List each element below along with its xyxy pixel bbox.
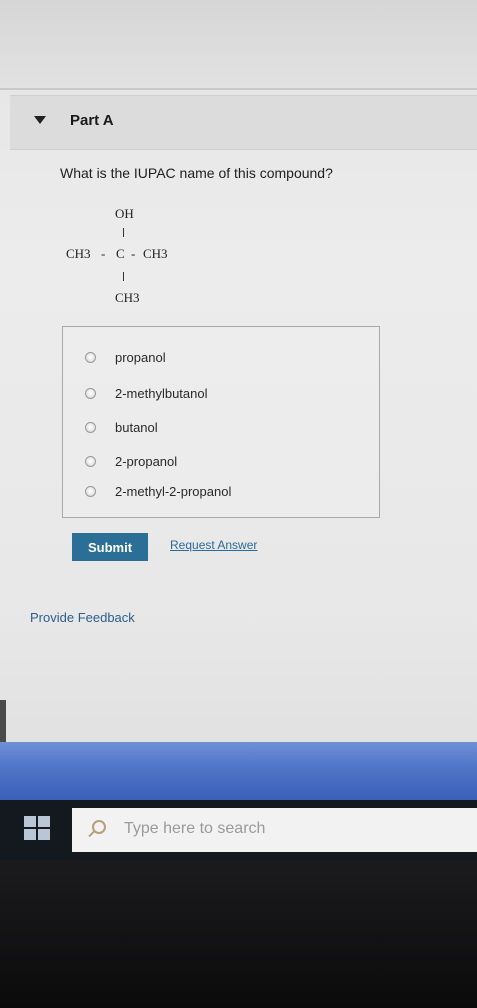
search-icon: [92, 820, 106, 834]
option-butanol[interactable]: butanol: [85, 417, 158, 437]
struct-right: CH3: [143, 246, 168, 261]
part-title: Part A: [70, 112, 114, 129]
struct-left: CH3: [66, 246, 91, 261]
taskbar: Type here to search: [0, 800, 477, 860]
search-placeholder: Type here to search: [124, 820, 266, 837]
option-2-methyl-2-propanol[interactable]: 2-methyl-2-propanol: [85, 481, 231, 501]
answer-choices: propanol 2-methylbutanol butanol 2-propa…: [62, 326, 380, 518]
radio-button[interactable]: [85, 421, 96, 433]
desktop-background: [0, 742, 477, 800]
submit-button[interactable]: Submit: [72, 533, 148, 561]
option-label: 2-methyl-2-propanol: [115, 483, 232, 499]
part-header[interactable]: Part A: [10, 95, 477, 150]
bond-bottom: [123, 272, 124, 281]
question-text: What is the IUPAC name of this compound?: [60, 165, 333, 181]
header-area: [0, 0, 477, 90]
structure-diagram: OH CH3 - C - CH3 CH3: [60, 200, 260, 320]
option-label: 2-propanol: [115, 453, 178, 469]
bond-top: [123, 228, 124, 237]
radio-button[interactable]: [85, 455, 96, 467]
taskbar-search[interactable]: Type here to search: [72, 808, 477, 852]
struct-center: C: [116, 246, 125, 261]
option-label: 2-methylbutanol: [115, 385, 208, 401]
option-2-propanol[interactable]: 2-propanol: [85, 451, 177, 471]
option-label: propanol: [115, 349, 166, 365]
struct-dash-1: -: [101, 246, 106, 261]
struct-bottom: CH3: [115, 290, 140, 305]
struct-dash-2: -: [131, 246, 136, 261]
caret-down-icon[interactable]: [34, 116, 46, 124]
radio-button[interactable]: [85, 351, 96, 363]
windows-icon[interactable]: [24, 816, 52, 842]
radio-button[interactable]: [85, 387, 96, 399]
provide-feedback-link[interactable]: Provide Feedback: [30, 610, 135, 625]
monitor-bezel: [0, 860, 477, 1008]
option-propanol[interactable]: propanol: [85, 347, 166, 367]
option-label: butanol: [115, 419, 158, 435]
radio-button[interactable]: [85, 485, 96, 497]
screen: Part A What is the IUPAC name of this co…: [0, 0, 477, 860]
option-2-methylbutanol[interactable]: 2-methylbutanol: [85, 383, 208, 403]
struct-top: OH: [115, 206, 134, 221]
request-answer-link[interactable]: Request Answer: [170, 538, 257, 552]
